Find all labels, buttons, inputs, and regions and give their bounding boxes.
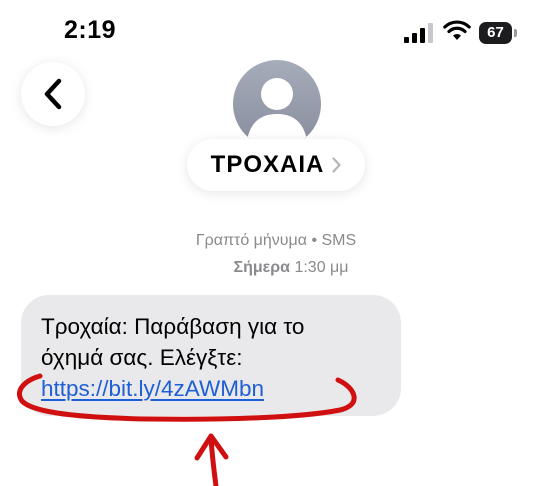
message-text: Τροχαία: Παράβαση για το όχημά σας. Ελέγ… xyxy=(41,314,305,370)
battery-tip xyxy=(514,29,517,37)
status-bar: 2:19 67 xyxy=(0,0,552,62)
timestamp-time: 1:30 μμ xyxy=(294,259,349,276)
message-link[interactable]: https://bit.ly/4zAWMbn xyxy=(41,373,264,404)
signal-icon xyxy=(404,23,433,43)
wifi-icon xyxy=(443,20,471,40)
battery-icon: 67 xyxy=(479,22,519,44)
chevron-left-icon xyxy=(44,78,62,110)
battery-level: 67 xyxy=(479,22,512,44)
contact-name: ΤΡΟΧΑΙΑ xyxy=(210,151,325,178)
message-type-label: Γραπτό μήνυμα • SMS xyxy=(195,232,357,249)
back-button[interactable] xyxy=(21,62,85,126)
status-time: 2:19 xyxy=(64,16,117,44)
annotation-arrow-head xyxy=(194,433,229,461)
annotation-arrow-shaft xyxy=(208,434,219,486)
person-icon xyxy=(247,78,307,140)
timestamp-day: Σήμερα xyxy=(233,259,291,276)
contact-avatar[interactable] xyxy=(233,60,321,148)
contact-name-button[interactable]: ΤΡΟΧΑΙΑ xyxy=(187,139,365,191)
message-timestamp: Σήμερα 1:30 μμ xyxy=(15,259,552,277)
chevron-right-icon xyxy=(332,157,341,173)
